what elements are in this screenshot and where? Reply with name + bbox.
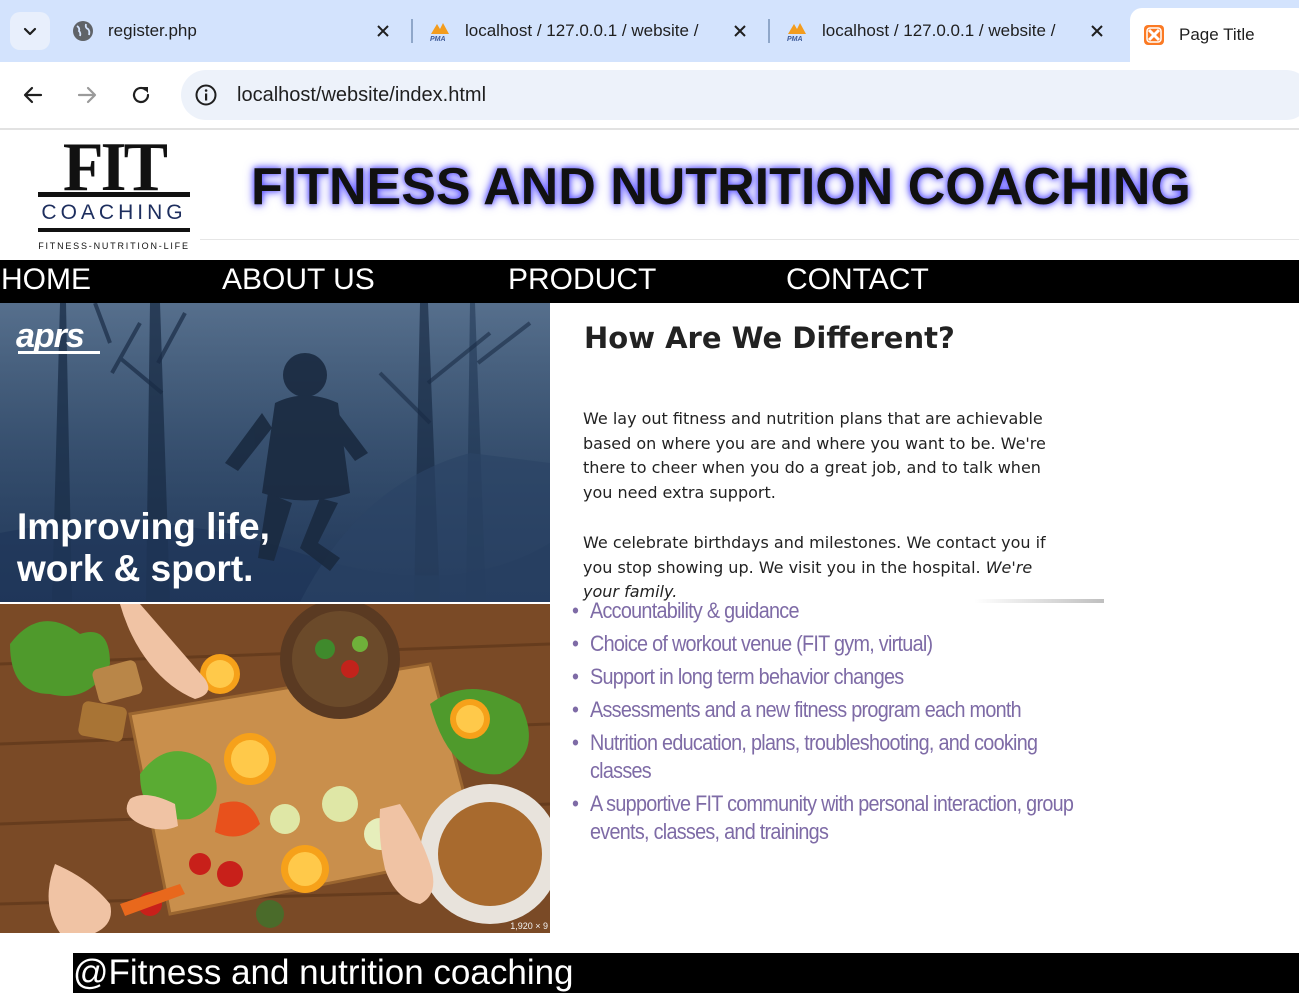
hero-caption: Improving life, work & sport. <box>17 506 270 590</box>
tab-separator <box>768 19 770 43</box>
image-size-label: 1,920 × 9 <box>510 921 548 931</box>
arrow-right-icon <box>77 86 97 104</box>
tab-title: register.php <box>108 21 197 40</box>
list-item: A supportive FIT community with personal… <box>572 790 1074 846</box>
food-table-illustration <box>0 604 550 933</box>
paragraph: We lay out fitness and nutrition plans t… <box>583 409 1046 503</box>
arrow-left-icon <box>23 86 43 104</box>
logo-rule <box>38 192 190 197</box>
svg-text:PMA: PMA <box>787 36 803 42</box>
url-text: localhost/website/index.html <box>237 83 487 106</box>
header-divider <box>200 239 1299 240</box>
paragraph-text: We celebrate birthdays and milestones. W… <box>583 533 1046 577</box>
list-item: Assessments and a new fitness program ea… <box>572 696 1058 724</box>
list-item-line: A supportive FIT community with personal… <box>590 791 1074 816</box>
hero-brand-underline <box>18 351 100 354</box>
tab-strip: register.php PMA localhost / 127.0.0.1 /… <box>0 0 1299 62</box>
phpmyadmin-icon: PMA <box>787 23 806 42</box>
tab-title: Page Title <box>1179 25 1255 44</box>
close-icon[interactable] <box>729 20 751 42</box>
list-item-line: events, classes, and trainings <box>590 819 829 844</box>
page-footer: @Fitness and nutrition coaching <box>73 953 1299 993</box>
chevron-down-icon <box>23 27 37 36</box>
site-title: FITNESS AND NUTRITION COACHING <box>251 158 1191 216</box>
close-icon[interactable] <box>1086 20 1108 42</box>
reload-icon <box>132 86 150 104</box>
nav-home-link[interactable]: HOME <box>1 263 91 297</box>
about-differences-panel: How Are We Different? We lay out fitness… <box>550 303 1104 603</box>
tab-separator <box>411 19 413 43</box>
site-logo[interactable]: FIT COACHING FITNESS-NUTRITION-LIFE <box>28 133 200 257</box>
tab-title: localhost / 127.0.0.1 / website / <box>465 21 699 40</box>
reload-button[interactable] <box>124 78 158 112</box>
web-page: FIT COACHING FITNESS-NUTRITION-LIFE FITN… <box>0 131 1299 997</box>
features-list: Accountability & guidance Choice of work… <box>572 597 1074 851</box>
nav-about-link[interactable]: ABOUT US <box>222 263 375 297</box>
close-icon[interactable] <box>372 20 394 42</box>
list-item-line: Nutrition education, plans, troubleshoot… <box>590 730 1038 755</box>
browser-toolbar: localhost/website/index.html <box>0 62 1299 130</box>
nav-contact-link[interactable]: CONTACT <box>786 263 929 297</box>
tab-register[interactable]: register.php <box>62 6 406 56</box>
nav-product-link[interactable]: PRODUCT <box>508 263 656 297</box>
hero-image: aprs Improving life, work & sport. <box>0 303 550 602</box>
hero-caption-line: work & sport. <box>17 548 254 589</box>
logo-tagline: FITNESS-NUTRITION-LIFE <box>38 241 190 251</box>
tab-phpmyadmin-2[interactable]: PMA localhost / 127.0.0.1 / website / <box>776 6 1120 56</box>
logo-rule <box>38 228 190 232</box>
paragraph: We celebrate birthdays and milestones. W… <box>583 531 1063 603</box>
main-nav: HOME ABOUT US PRODUCT CONTACT <box>0 260 1299 303</box>
xampp-icon <box>1144 25 1164 45</box>
hero-caption-line: Improving life, <box>17 506 270 547</box>
phpmyadmin-icon: PMA <box>430 23 449 42</box>
list-item: Nutrition education, plans, troubleshoot… <box>572 729 1058 785</box>
section-heading: How Are We Different? <box>584 321 955 355</box>
svg-text:PMA: PMA <box>430 36 446 42</box>
info-icon[interactable] <box>195 84 217 106</box>
list-item-line: classes <box>590 758 652 783</box>
footer-text: @Fitness and nutrition coaching <box>73 953 574 992</box>
address-bar[interactable]: localhost/website/index.html <box>181 70 1299 120</box>
healthy-food-image: 1,920 × 9 <box>0 604 550 933</box>
back-button[interactable] <box>16 78 50 112</box>
tab-search-button[interactable] <box>10 12 50 50</box>
tab-title: localhost / 127.0.0.1 / website / <box>822 21 1056 40</box>
list-item: Choice of workout venue (FIT gym, virtua… <box>572 630 1058 658</box>
forward-button[interactable] <box>70 78 104 112</box>
tab-page-title[interactable]: Page Title <box>1130 8 1299 62</box>
logo-subtitle: COACHING <box>41 201 187 224</box>
list-item: Support in long term behavior changes <box>572 663 1058 691</box>
globe-icon <box>73 21 93 41</box>
tab-phpmyadmin-1[interactable]: PMA localhost / 127.0.0.1 / website / <box>419 6 763 56</box>
list-item: Accountability & guidance <box>572 597 1058 625</box>
